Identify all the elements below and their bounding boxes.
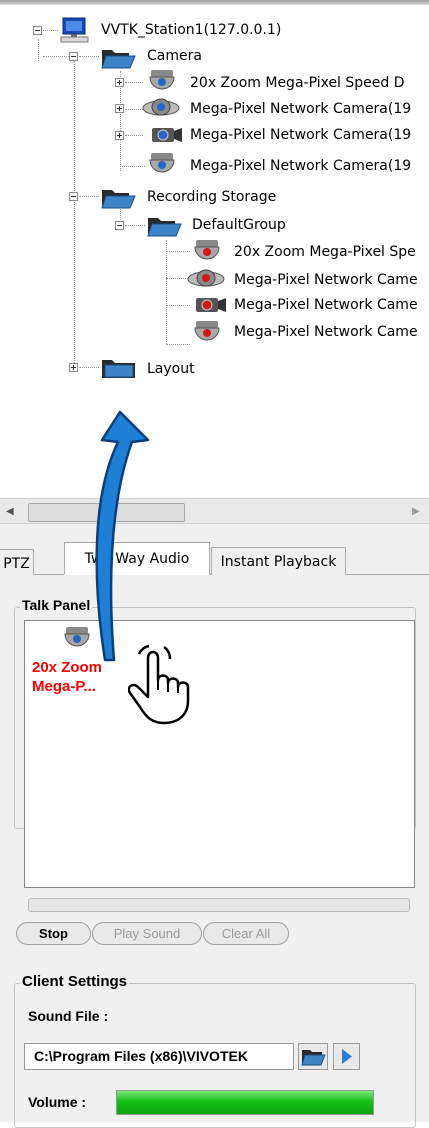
tree-group-camera-item[interactable]: Mega-Pixel Network Came: [234, 296, 418, 314]
folder-icon: [101, 357, 137, 379]
expand-toggle[interactable]: [115, 131, 124, 140]
collapse-toggle[interactable]: [115, 221, 124, 230]
recording-box-camera-icon: [194, 295, 228, 319]
tree-line: [38, 39, 39, 61]
expand-toggle[interactable]: [69, 363, 78, 372]
speed-dome-camera-icon: [147, 151, 177, 181]
expand-toggle[interactable]: [115, 104, 124, 113]
recording-speed-dome-camera-icon: [192, 238, 222, 268]
speed-dome-camera-icon[interactable]: [62, 625, 92, 655]
device-tree: VVTK_Station1(127.0.0.1) Camera 20x Zoom…: [0, 5, 429, 390]
expand-toggle[interactable]: [115, 78, 124, 87]
collapse-toggle[interactable]: [69, 192, 78, 201]
tree-line: [166, 240, 167, 344]
talk-panel-title: Talk Panel: [20, 597, 93, 613]
stop-button[interactable]: Stop: [16, 922, 91, 945]
tree-line: [125, 225, 145, 226]
open-folder-icon: [301, 1050, 326, 1066]
open-folder-icon: [101, 47, 137, 69]
collapse-toggle[interactable]: [33, 26, 42, 35]
volume-level-fill: [117, 1091, 373, 1114]
tree-camera-item[interactable]: Mega-Pixel Network Camera(19: [190, 157, 411, 175]
tree-layout-folder[interactable]: Layout: [147, 360, 195, 378]
curved-arrow-icon: [95, 410, 150, 662]
tree-group-camera-item[interactable]: Mega-Pixel Network Came: [234, 271, 418, 289]
speed-dome-camera-icon: [147, 68, 177, 98]
tree-camera-item[interactable]: 20x Zoom Mega-Pixel Speed D: [190, 74, 405, 92]
talk-device-label[interactable]: Mega-P...: [32, 678, 96, 695]
tree-line: [43, 30, 58, 31]
tree-group-camera-item[interactable]: 20x Zoom Mega-Pixel Spe: [234, 243, 416, 261]
tree-default-group[interactable]: DefaultGroup: [192, 216, 286, 234]
tree-camera-folder[interactable]: Camera: [147, 47, 202, 65]
tree-line: [74, 61, 75, 371]
tree-station-label[interactable]: VVTK_Station1(127.0.0.1): [101, 21, 281, 39]
tree-line: [120, 166, 145, 167]
talk-panel-list[interactable]: 20x Zoom Mega-P...: [24, 620, 415, 888]
tree-storage-folder[interactable]: Recording Storage: [147, 188, 276, 206]
play-sound-button[interactable]: Play Sound: [92, 922, 202, 945]
browse-folder-button[interactable]: [298, 1043, 328, 1070]
client-settings-title: Client Settings: [20, 973, 130, 990]
scroll-left-arrow-icon[interactable]: ◀: [6, 506, 14, 517]
tree-line: [79, 196, 99, 197]
dome-camera-icon: [142, 97, 180, 123]
tree-line: [125, 109, 143, 110]
recording-speed-dome-camera-icon: [192, 319, 222, 349]
tab-instant-playback[interactable]: Instant Playback: [211, 547, 346, 575]
computer-icon: [60, 17, 90, 43]
volume-label: Volume :: [28, 1094, 87, 1110]
volume-slider[interactable]: [116, 1090, 374, 1115]
tree-line: [125, 135, 143, 136]
open-folder-icon: [101, 187, 137, 209]
open-folder-icon: [147, 215, 183, 237]
tab-ptz[interactable]: PTZ: [0, 549, 34, 575]
sound-file-value: C:\Program Files (x86)\VIVOTEK: [34, 1048, 248, 1064]
horizontal-scrollbar[interactable]: ◀ ▶: [0, 498, 429, 524]
sound-file-label: Sound File :: [28, 1008, 109, 1024]
audio-progress-bar: [28, 898, 410, 912]
tree-line: [125, 82, 143, 83]
scroll-right-arrow-icon[interactable]: ▶: [412, 506, 420, 517]
box-camera-icon: [150, 125, 184, 149]
recording-dome-camera-icon: [187, 268, 225, 294]
play-file-button[interactable]: [333, 1043, 360, 1070]
play-icon: [342, 1049, 352, 1064]
tree-line: [79, 367, 99, 368]
tree-line: [79, 56, 99, 57]
clear-all-button[interactable]: Clear All: [203, 922, 289, 945]
sound-file-input[interactable]: C:\Program Files (x86)\VIVOTEK: [24, 1043, 294, 1070]
tree-line: [166, 251, 190, 252]
tree-line: [166, 305, 190, 306]
tree-line: [120, 207, 121, 222]
hand-pointer-icon: [128, 644, 190, 725]
tree-camera-item[interactable]: Mega-Pixel Network Camera(19: [190, 100, 411, 118]
collapse-toggle[interactable]: [69, 52, 78, 61]
tree-group-camera-item[interactable]: Mega-Pixel Network Came: [234, 323, 418, 341]
tree-camera-item[interactable]: Mega-Pixel Network Camera(19: [190, 126, 411, 144]
tree-line: [166, 344, 190, 345]
